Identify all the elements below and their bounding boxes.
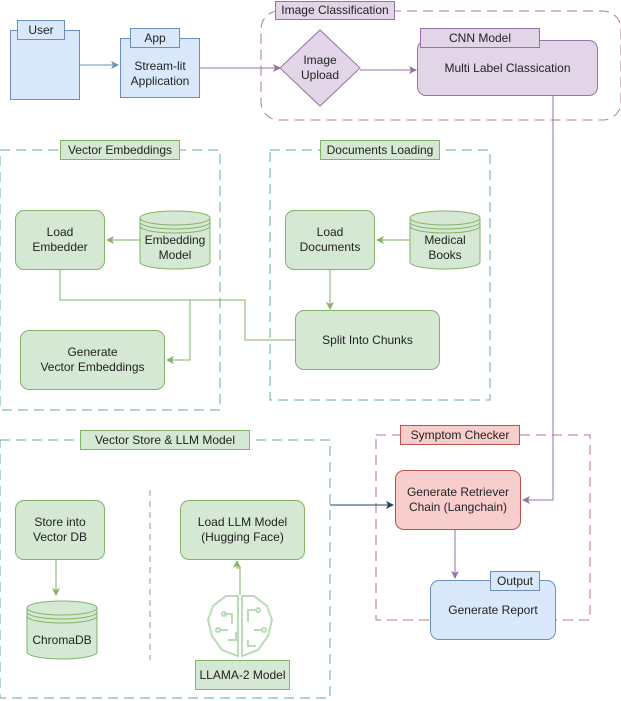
llama-2-model-node[interactable]: LLAMA-2 Model <box>195 660 290 690</box>
store-vector-db-node[interactable]: Store into Vector DB <box>15 500 105 560</box>
load-llm-model-node[interactable]: Load LLM Model (Hugging Face) <box>180 500 305 560</box>
medical-books-label: Medical Books <box>424 233 466 262</box>
image-upload-label: Image Upload <box>300 53 340 82</box>
edge-cnn-to-retriever <box>522 96 554 504</box>
generate-retriever-chain-node[interactable]: Generate Retriever Chain (Langchain) <box>395 470 521 530</box>
vector-store-llm-label: Vector Store & LLM Model <box>80 430 250 450</box>
split-into-chunks-node[interactable]: Split Into Chunks <box>295 310 440 370</box>
brain-circuit-icon <box>206 595 274 658</box>
symptom-checker-label: Symptom Checker <box>400 425 520 445</box>
image-classification-label: Image Classification <box>275 1 395 20</box>
chromadb-label: ChromaDB <box>32 632 92 647</box>
edge-split-to-embeddings <box>190 299 296 341</box>
edge-llama-to-loadllm <box>233 560 241 595</box>
load-embedder-node[interactable]: Load Embedder <box>15 210 105 270</box>
cnn-model-tab-label: CNN Model <box>420 28 540 48</box>
documents-loading-label: Documents Loading <box>320 140 440 160</box>
user-tab-label: User <box>17 20 65 40</box>
generate-vector-embeddings-node[interactable]: Generate Vector Embeddings <box>20 330 165 390</box>
user-node[interactable] <box>10 30 80 100</box>
vector-embeddings-label: Vector Embeddings <box>60 140 180 160</box>
output-tab-label: Output <box>490 571 540 591</box>
load-documents-node[interactable]: Load Documents <box>285 210 375 270</box>
app-tab-label: App <box>130 28 180 48</box>
cnn-model-node[interactable]: Multi Label Classication <box>417 40 598 96</box>
embedding-model-label: Embedding Model <box>144 233 206 262</box>
